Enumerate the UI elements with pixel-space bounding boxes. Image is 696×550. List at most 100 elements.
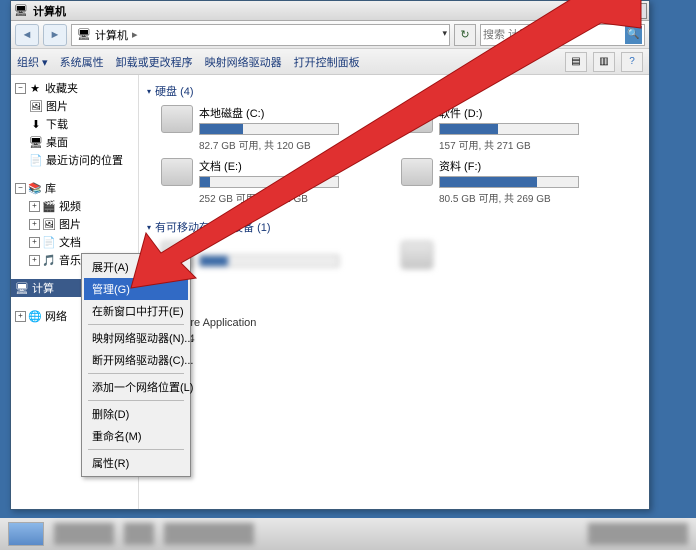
drive-icon: [401, 241, 433, 269]
search-input[interactable]: [483, 29, 625, 41]
chevron-down-icon: ▾: [147, 87, 151, 96]
ctx-new-window[interactable]: 在新窗口中打开(E): [84, 300, 188, 322]
minimize-button[interactable]: _: [585, 3, 605, 19]
usage-bar: [439, 123, 579, 135]
collapse-icon[interactable]: −: [15, 183, 26, 194]
sidebar-favorites[interactable]: −★收藏夹: [11, 79, 138, 97]
expand-icon[interactable]: +: [29, 219, 40, 230]
uninstall-button[interactable]: 卸载或更改程序: [116, 54, 193, 70]
section-network[interactable]: ▾网络: [147, 281, 641, 301]
taskbar[interactable]: [0, 518, 696, 550]
star-icon: ★: [28, 81, 42, 95]
sidebar-downloads[interactable]: ⬇下载: [11, 115, 138, 133]
chevron-down-icon: ▾: [147, 223, 151, 232]
network-icon: 🌐: [28, 309, 42, 323]
address-bar[interactable]: 🖥 计算机 ▸ ▾: [71, 24, 450, 46]
preview-button[interactable]: ▥: [593, 52, 615, 72]
computer-icon: 🖥: [76, 27, 92, 43]
expand-icon[interactable]: +: [29, 237, 40, 248]
recent-icon: 📄: [29, 153, 43, 167]
sidebar-lib-video[interactable]: +🎬视频: [11, 197, 138, 215]
folder-icon: 🖼: [29, 99, 43, 113]
help-button[interactable]: ?: [621, 52, 643, 72]
removable-device[interactable]: [161, 241, 381, 269]
navbar: ◄ ► 🖥 计算机 ▸ ▾ ↻ 🔍: [11, 21, 649, 49]
taskbar-item[interactable]: [54, 523, 114, 545]
organize-button[interactable]: 组织 ▾: [17, 54, 48, 70]
ctx-rename[interactable]: 重命名(M): [84, 425, 188, 447]
forward-button[interactable]: ►: [43, 24, 67, 46]
drive-icon: [161, 105, 193, 133]
drive-icon: [401, 158, 433, 186]
toolbar: 组织 ▾ 系统属性 卸载或更改程序 映射网络驱动器 打开控制面板 ▤ ▥ ?: [11, 49, 649, 75]
download-icon: ⬇: [29, 117, 43, 131]
app-desc: Capture Application: [161, 316, 641, 331]
drive-c[interactable]: 本地磁盘 (C:) 82.7 GB 可用, 共 120 GB: [161, 105, 381, 152]
search-box[interactable]: 🔍: [480, 24, 645, 46]
section-hdd[interactable]: ▾硬盘 (4): [147, 81, 641, 101]
chevron-right-icon: ▸: [132, 28, 138, 41]
ctx-expand[interactable]: 展开(A): [84, 256, 188, 278]
taskbar-item[interactable]: [124, 523, 154, 545]
explorer-window: 🖥 计算机 _ □ ✕ ◄ ► 🖥 计算机 ▸ ▾ ↻ 🔍 组织 ▾ 系统属性 …: [10, 0, 650, 510]
app-name: ECap: [161, 301, 641, 316]
removable-device[interactable]: [401, 241, 621, 269]
drive-e[interactable]: 文档 (E:) 252 GB 可用, 共 271 GB: [161, 158, 381, 205]
separator: [88, 373, 184, 374]
video-icon: 🎬: [42, 199, 56, 213]
expand-icon[interactable]: +: [29, 255, 40, 266]
computer-icon: 🖥: [13, 3, 29, 19]
back-button[interactable]: ◄: [15, 24, 39, 46]
taskbar-item[interactable]: [164, 523, 254, 545]
expand-icon[interactable]: +: [29, 201, 40, 212]
close-button[interactable]: ✕: [627, 3, 647, 19]
usage-bar: [439, 176, 579, 188]
control-panel-button[interactable]: 打开控制面板: [294, 54, 360, 70]
drive-icon: [161, 158, 193, 186]
sidebar-library[interactable]: −📚库: [11, 179, 138, 197]
sidebar-desktop[interactable]: 🖥桌面: [11, 133, 138, 151]
window-title: 计算机: [33, 3, 585, 19]
library-icon: 📚: [28, 181, 42, 195]
system-properties-button[interactable]: 系统属性: [60, 54, 104, 70]
view-button[interactable]: ▤: [565, 52, 587, 72]
ctx-disconnect-drive[interactable]: 断开网络驱动器(C)...: [84, 349, 188, 371]
music-icon: 🎵: [42, 253, 56, 267]
drive-d[interactable]: 软件 (D:) 157 可用, 共 271 GB: [401, 105, 621, 152]
documents-icon: 📄: [42, 235, 56, 249]
ctx-delete[interactable]: 删除(D): [84, 403, 188, 425]
separator: [88, 400, 184, 401]
sidebar-lib-docs[interactable]: +📄文档: [11, 233, 138, 251]
ctx-manage[interactable]: 管理(G): [84, 278, 188, 300]
map-drive-button[interactable]: 映射网络驱动器: [205, 54, 282, 70]
section-removable[interactable]: ▾有可移动存储的设备 (1): [147, 217, 641, 237]
refresh-button[interactable]: ↻: [454, 24, 476, 46]
separator: [88, 324, 184, 325]
sidebar-pictures[interactable]: 🖼图片: [11, 97, 138, 115]
address-text: 计算机: [95, 27, 128, 43]
drive-icon: [401, 105, 433, 133]
address-dropdown-icon[interactable]: ▾: [442, 28, 447, 39]
app-version: 1.0.1.4: [161, 332, 641, 347]
usage-bar: [199, 176, 339, 188]
maximize-button[interactable]: □: [606, 3, 626, 19]
desktop-icon: 🖥: [29, 135, 43, 149]
collapse-icon[interactable]: −: [15, 83, 26, 94]
expand-icon[interactable]: +: [15, 311, 26, 322]
sidebar-lib-pictures[interactable]: +🖼图片: [11, 215, 138, 233]
sidebar-recent[interactable]: 📄最近访问的位置: [11, 151, 138, 169]
usage-bar: [199, 123, 339, 135]
ctx-add-location[interactable]: 添加一个网络位置(L): [84, 376, 188, 398]
context-menu: 展开(A) 管理(G) 在新窗口中打开(E) 映射网络驱动器(N)... 断开网…: [81, 253, 191, 477]
drive-f[interactable]: 资料 (F:) 80.5 GB 可用, 共 269 GB: [401, 158, 621, 205]
taskbar-item[interactable]: [8, 522, 44, 546]
titlebar[interactable]: 🖥 计算机 _ □ ✕: [11, 1, 649, 21]
computer-icon: 🖥: [15, 281, 29, 295]
ctx-map-drive[interactable]: 映射网络驱动器(N)...: [84, 327, 188, 349]
taskbar-tray[interactable]: [588, 523, 688, 545]
content-pane: ▾硬盘 (4) 本地磁盘 (C:) 82.7 GB 可用, 共 120 GB: [139, 75, 649, 509]
pictures-icon: 🖼: [42, 217, 56, 231]
search-icon[interactable]: 🔍: [625, 26, 642, 44]
ctx-properties[interactable]: 属性(R): [84, 452, 188, 474]
separator: [88, 449, 184, 450]
